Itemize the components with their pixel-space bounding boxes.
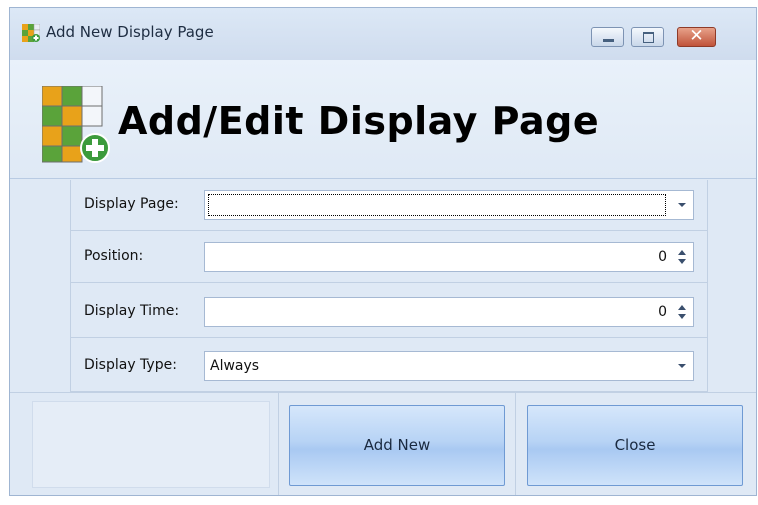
display-time-row: Display Time: 0 [71,287,707,338]
minimize-icon [603,39,614,42]
app-grid-icon [22,24,40,42]
display-page-row: Display Page: [71,180,707,231]
window-title: Add New Display Page [46,23,214,41]
position-label: Position: [84,248,144,264]
display-time-value: 0 [658,304,667,320]
spin-down-icon[interactable] [678,314,686,319]
spin-down-icon[interactable] [678,259,686,264]
chevron-down-icon [678,203,686,207]
display-type-select[interactable]: Always [204,351,694,381]
dialog-window: Add New Display Page ✕ Add/Edit Display … [9,7,757,496]
display-page-dropdown-button[interactable] [671,191,693,219]
position-value: 0 [658,249,667,265]
close-icon: ✕ [689,26,704,46]
display-type-dropdown-button[interactable] [671,352,693,380]
position-row: Position: 0 [71,232,707,283]
display-page-label: Display Page: [84,196,179,212]
button-panel: Add New Close [10,392,756,495]
empty-panel-cell [32,401,270,488]
maximize-button[interactable] [631,27,664,47]
close-button[interactable]: Close [527,405,743,486]
display-page-form: Display Page: Position: 0 Display Time: … [70,180,708,392]
divider [515,393,516,495]
display-type-row: Display Type: Always [71,341,707,392]
divider [278,393,279,495]
position-spin-buttons[interactable] [671,243,693,271]
minimize-button[interactable] [591,27,624,47]
page-title: Add/Edit Display Page [118,99,600,143]
grid-add-icon [42,86,110,163]
close-window-button[interactable]: ✕ [677,26,716,47]
page-header: Add/Edit Display Page [10,60,756,179]
display-page-select[interactable] [204,190,694,220]
title-bar[interactable]: Add New Display Page ✕ [10,8,756,60]
position-spinner[interactable]: 0 [204,242,694,272]
close-label: Close [614,436,656,454]
display-type-label: Display Type: [84,357,177,373]
focus-outline [208,194,666,216]
add-new-label: Add New [363,436,431,454]
display-time-spin-buttons[interactable] [671,298,693,326]
add-new-button[interactable]: Add New [289,405,505,486]
spin-up-icon[interactable] [678,250,686,255]
display-type-value: Always [210,358,260,374]
spin-up-icon[interactable] [678,305,686,310]
maximize-icon [643,32,654,43]
display-time-spinner[interactable]: 0 [204,297,694,327]
display-time-label: Display Time: [84,303,180,319]
chevron-down-icon [678,364,686,368]
